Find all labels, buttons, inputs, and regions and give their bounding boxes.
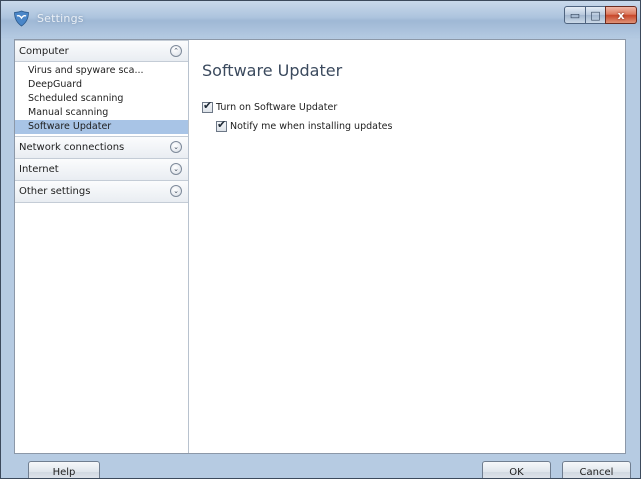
close-button[interactable]: x bbox=[605, 6, 637, 24]
turn-on-software-updater-checkbox[interactable]: ✔ bbox=[202, 99, 213, 113]
chevron-up-icon[interactable]: ⌃ bbox=[170, 45, 182, 57]
category-other-settings[interactable]: Other settings ⌄ bbox=[15, 181, 188, 203]
cancel-button[interactable]: Cancel bbox=[562, 461, 631, 478]
category-label: Computer bbox=[19, 46, 69, 57]
category-label: Other settings bbox=[19, 186, 91, 197]
settings-window: Settings ▭ □ x Computer ⌃ Virus and spyw… bbox=[0, 0, 641, 479]
sidebar-item-virus-and-spyware-scanning[interactable]: Virus and spyware sca... bbox=[15, 64, 188, 78]
option-label: Turn on Software Updater bbox=[216, 102, 338, 113]
chevron-down-icon[interactable]: ⌄ bbox=[170, 141, 182, 153]
help-button[interactable]: Help bbox=[28, 461, 100, 478]
minimize-icon: ▭ bbox=[569, 8, 581, 22]
chevron-down-icon[interactable]: ⌄ bbox=[170, 185, 182, 197]
category-network-connections[interactable]: Network connections ⌄ bbox=[15, 137, 188, 159]
content-pane: Software Updater ✔ Turn on Software Upda… bbox=[189, 40, 625, 453]
category-computer[interactable]: Computer ⌃ bbox=[15, 40, 188, 62]
checkmark-icon: ✔ bbox=[217, 118, 227, 131]
category-internet[interactable]: Internet ⌄ bbox=[15, 159, 188, 181]
settings-panel: Computer ⌃ Virus and spyware sca... Deep… bbox=[14, 39, 626, 454]
chevron-down-icon[interactable]: ⌄ bbox=[170, 163, 182, 175]
minimize-button[interactable]: ▭ bbox=[564, 6, 586, 24]
checkmark-icon: ✔ bbox=[203, 99, 213, 112]
sidebar: Computer ⌃ Virus and spyware sca... Deep… bbox=[15, 40, 189, 453]
category-label: Internet bbox=[19, 164, 59, 175]
sidebar-item-scheduled-scanning[interactable]: Scheduled scanning bbox=[15, 92, 188, 106]
page-title: Software Updater bbox=[202, 61, 343, 80]
maximize-button[interactable]: □ bbox=[585, 6, 606, 24]
title-bar[interactable]: Settings ▭ □ x bbox=[1, 1, 640, 37]
notify-when-installing-checkbox[interactable]: ✔ bbox=[216, 118, 227, 132]
window-title: Settings bbox=[37, 12, 84, 25]
option-label: Notify me when installing updates bbox=[230, 121, 393, 132]
computer-items: Virus and spyware sca... DeepGuard Sched… bbox=[15, 62, 188, 137]
sidebar-item-manual-scanning[interactable]: Manual scanning bbox=[15, 106, 188, 120]
ok-button[interactable]: OK bbox=[482, 461, 551, 478]
category-label: Network connections bbox=[19, 142, 125, 153]
sidebar-item-deepguard[interactable]: DeepGuard bbox=[15, 78, 188, 92]
turn-on-software-updater-option[interactable]: ✔ Turn on Software Updater bbox=[202, 99, 338, 113]
sidebar-item-software-updater[interactable]: Software Updater bbox=[15, 120, 188, 134]
maximize-icon: □ bbox=[590, 8, 601, 22]
notify-when-installing-option[interactable]: ✔ Notify me when installing updates bbox=[216, 118, 393, 132]
shield-app-icon bbox=[14, 10, 29, 27]
close-icon: x bbox=[617, 8, 625, 22]
